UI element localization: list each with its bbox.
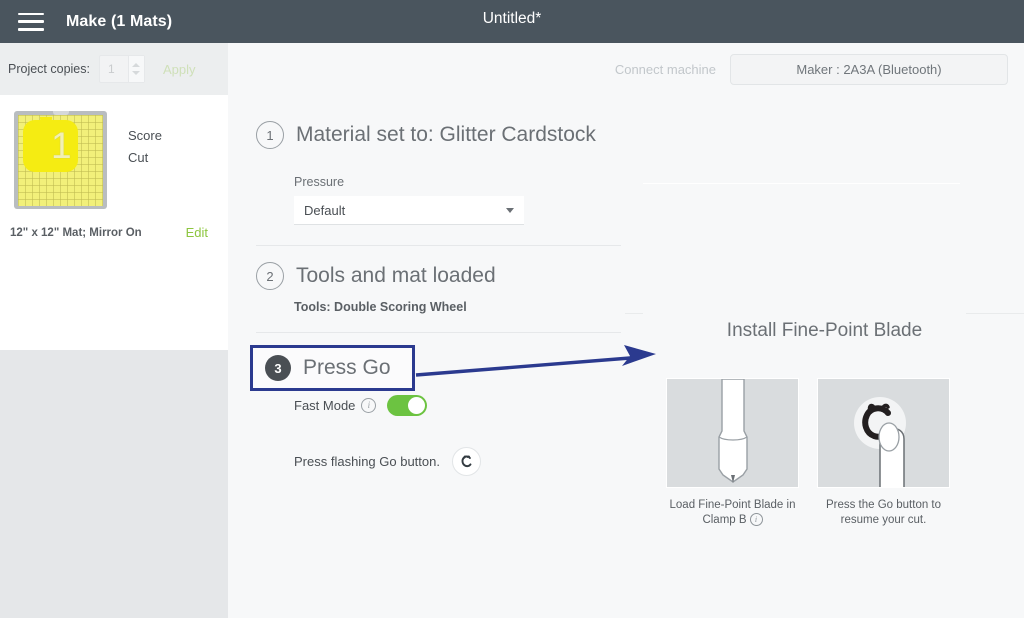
panel-divider (625, 313, 643, 314)
cricut-c-icon (461, 455, 472, 468)
step-1-number: 1 (256, 121, 284, 149)
blade-caption-line1: Load Fine-Point Blade in (669, 499, 796, 511)
go-button[interactable] (451, 447, 481, 476)
divider (256, 332, 621, 333)
step-3-highlight-box[interactable]: 3 Press Go (250, 345, 415, 391)
fine-point-blade-icon (667, 379, 798, 487)
fast-mode-toggle[interactable] (387, 395, 428, 416)
machine-area: Connect machine Maker : 2A3A (Bluetooth) (615, 43, 1008, 95)
go-caption-line2: resume your cut. (840, 514, 927, 526)
blade-caption-line2: Clamp B (702, 514, 747, 526)
project-copies-value: 1 (107, 62, 115, 76)
pressure-value: Default (304, 202, 346, 218)
blade-caption: Load Fine-Point Blade in Clamp Bi (666, 498, 799, 528)
mat-grid: 1 (18, 115, 103, 206)
mat-number: 1 (51, 125, 72, 166)
panel-divider (966, 313, 1024, 314)
step-3-number: 3 (265, 355, 291, 381)
press-go-instruction: Press flashing Go button. (294, 454, 440, 469)
make-screen: Make (1 Mats) Untitled* Project copies: … (0, 0, 1024, 618)
tools-line: Tools: Double Scoring Wheel (294, 300, 467, 314)
chevron-down-icon (506, 207, 514, 213)
steps-panel: 1 Material set to: Glitter Cardstock Pre… (228, 95, 1024, 527)
project-copies-label: Project copies: (8, 62, 90, 76)
fast-mode-row: Fast Mode i (294, 395, 428, 416)
mat-operation-cut: Cut (128, 150, 149, 165)
stepper-increment-icon[interactable] (132, 63, 141, 67)
project-copies-block: Project copies: 1 Apply (0, 43, 228, 95)
step-2: 2 Tools and mat loaded (256, 262, 496, 290)
finger-press-go-icon (818, 379, 949, 487)
connect-machine-label: Connect machine (614, 61, 716, 77)
apply-button[interactable]: Apply (157, 61, 202, 78)
go-button-illustration (817, 378, 950, 488)
project-copies-stepper[interactable]: 1 (98, 55, 145, 83)
mat-row[interactable]: 1 Score Cut (0, 95, 228, 209)
step-3-title: Press Go (303, 356, 391, 379)
hamburger-bar (18, 20, 44, 23)
instruction-card-blade: Load Fine-Point Blade in Clamp Bi (666, 378, 799, 528)
sub-bar: Project copies: 1 Apply Connect machine … (0, 43, 1024, 95)
fast-mode-label: Fast Mode (294, 398, 356, 413)
install-blade-title: Install Fine-Point Blade (726, 320, 923, 341)
pressure-label: Pressure (294, 175, 345, 189)
toggle-knob (408, 397, 426, 414)
mat-size-label: 12" x 12" Mat; Mirror On (10, 226, 142, 239)
mat-preview-panel: 1 Score Cut 12" x 12" Mat; Mirror On Edi… (0, 95, 228, 618)
mat-operation-score: Score (128, 128, 162, 143)
hamburger-bar (18, 28, 44, 31)
blade-illustration (666, 378, 799, 488)
panel-divider (643, 183, 960, 184)
make-title: Make (1 Mats) (66, 12, 173, 30)
stepper-arrows[interactable] (127, 56, 144, 82)
divider (256, 245, 621, 246)
info-icon[interactable]: i (361, 398, 377, 413)
mat-thumbnail[interactable]: 1 (14, 111, 107, 209)
mat-meta-row: 12" x 12" Mat; Mirror On Edit (10, 225, 220, 240)
mat-panel-empty-area (0, 350, 228, 618)
top-bar: Make (1 Mats) Untitled* (0, 0, 1024, 43)
press-go-row: Press flashing Go button. (294, 447, 481, 476)
stepper-decrement-icon[interactable] (132, 71, 141, 75)
hamburger-bar (18, 12, 44, 15)
mat-operations: Score Cut (128, 111, 162, 169)
pressure-dropdown[interactable]: Default (294, 196, 524, 225)
step-2-title: Tools and mat loaded (296, 264, 496, 287)
instruction-cards: Load Fine-Point Blade in Clamp Bi Press … (666, 378, 950, 528)
machine-select-button[interactable]: Maker : 2A3A (Bluetooth) (730, 53, 1008, 85)
hamburger-menu-icon[interactable] (18, 12, 44, 31)
step-1-title: Material set to: Glitter Cardstock (296, 123, 596, 146)
go-caption-line1: Press the Go button to (825, 499, 942, 511)
step-1: 1 Material set to: Glitter Cardstock (256, 121, 596, 149)
install-blade-panel: Install Fine-Point Blade Load Fine-Point… (625, 183, 1024, 527)
info-icon[interactable]: i (749, 513, 763, 527)
step-2-number: 2 (256, 262, 284, 290)
instruction-card-go: Press the Go button to resume your cut. (817, 378, 950, 528)
go-caption: Press the Go button to resume your cut. (817, 498, 950, 528)
pressure-block: Pressure Default (294, 175, 524, 225)
edit-mat-link[interactable]: Edit (186, 225, 208, 240)
